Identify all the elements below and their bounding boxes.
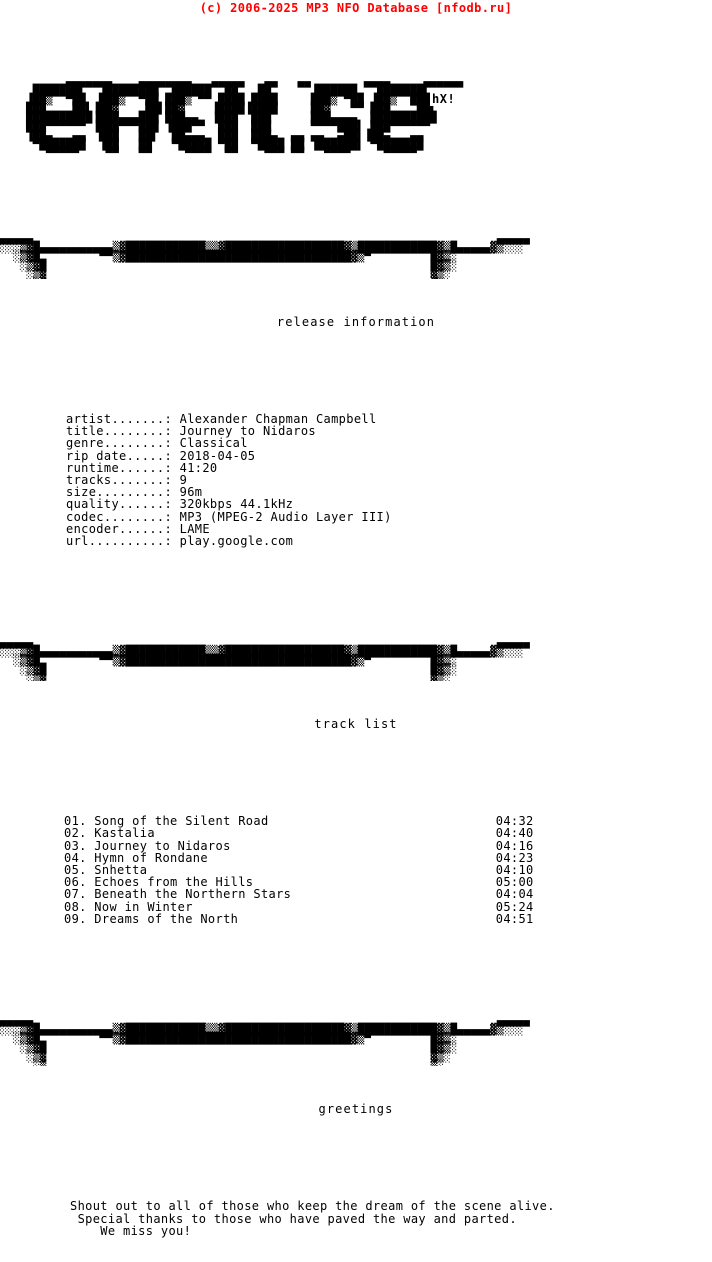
release-information-fields: artist.......: Alexander Chapman Campbel… xyxy=(66,412,392,549)
greetings-text: Shout out to all of those who keep the d… xyxy=(70,1199,555,1239)
release-information-title: release information xyxy=(276,315,436,329)
track-list-rows: 01. Song of the Silent Road 04:32 02. Ka… xyxy=(64,814,534,926)
artist-signature: hX! xyxy=(430,92,458,106)
section-separator-release: ▄▄▄▄▄ ▄▄▄▄▄ ░░░▒▓█▄▄▄▄▄▄▄▄▄▄▄▒▓█████████… xyxy=(0,234,530,279)
section-separator-tracklist: ▄▄▄▄▄ ▄▄▄▄▄ ░░░▒▓█▄▄▄▄▄▄▄▄▄▄▄▒▓█████████… xyxy=(0,638,530,682)
greetings-title: greetings xyxy=(318,1102,394,1117)
section-separator-greetings: ▄▄▄▄▄ ▄▄▄▄▄ ░░░▒▓█▄▄▄▄▄▄▄▄▄▄▄▒▓█████████… xyxy=(0,1016,530,1067)
nfo-document: ▄▄▄▄▄▄▄ ▄▄▄▄▄▄▄▄ ▄▄▄▄▄ ▄▄ ▄▄ ▄▄▄▄ ▄▄▄▄▄▄… xyxy=(0,16,712,1262)
track-list-title: track list xyxy=(314,717,398,732)
ascii-logo: ▄▄▄▄▄▄▄ ▄▄▄▄▄▄▄▄ ▄▄▄▄▄ ▄▄ ▄▄ ▄▄▄▄ ▄▄▄▄▄▄… xyxy=(0,64,712,186)
copyright-header: (c) 2006-2025 MP3 NFO Database [nfodb.ru… xyxy=(199,1,513,15)
ascii-logo-art: ▄▄▄▄▄▄▄ ▄▄▄▄▄▄▄▄ ▄▄▄▄▄ ▄▄ ▄▄ ▄▄▄▄ ▄▄▄▄▄▄… xyxy=(26,75,464,160)
